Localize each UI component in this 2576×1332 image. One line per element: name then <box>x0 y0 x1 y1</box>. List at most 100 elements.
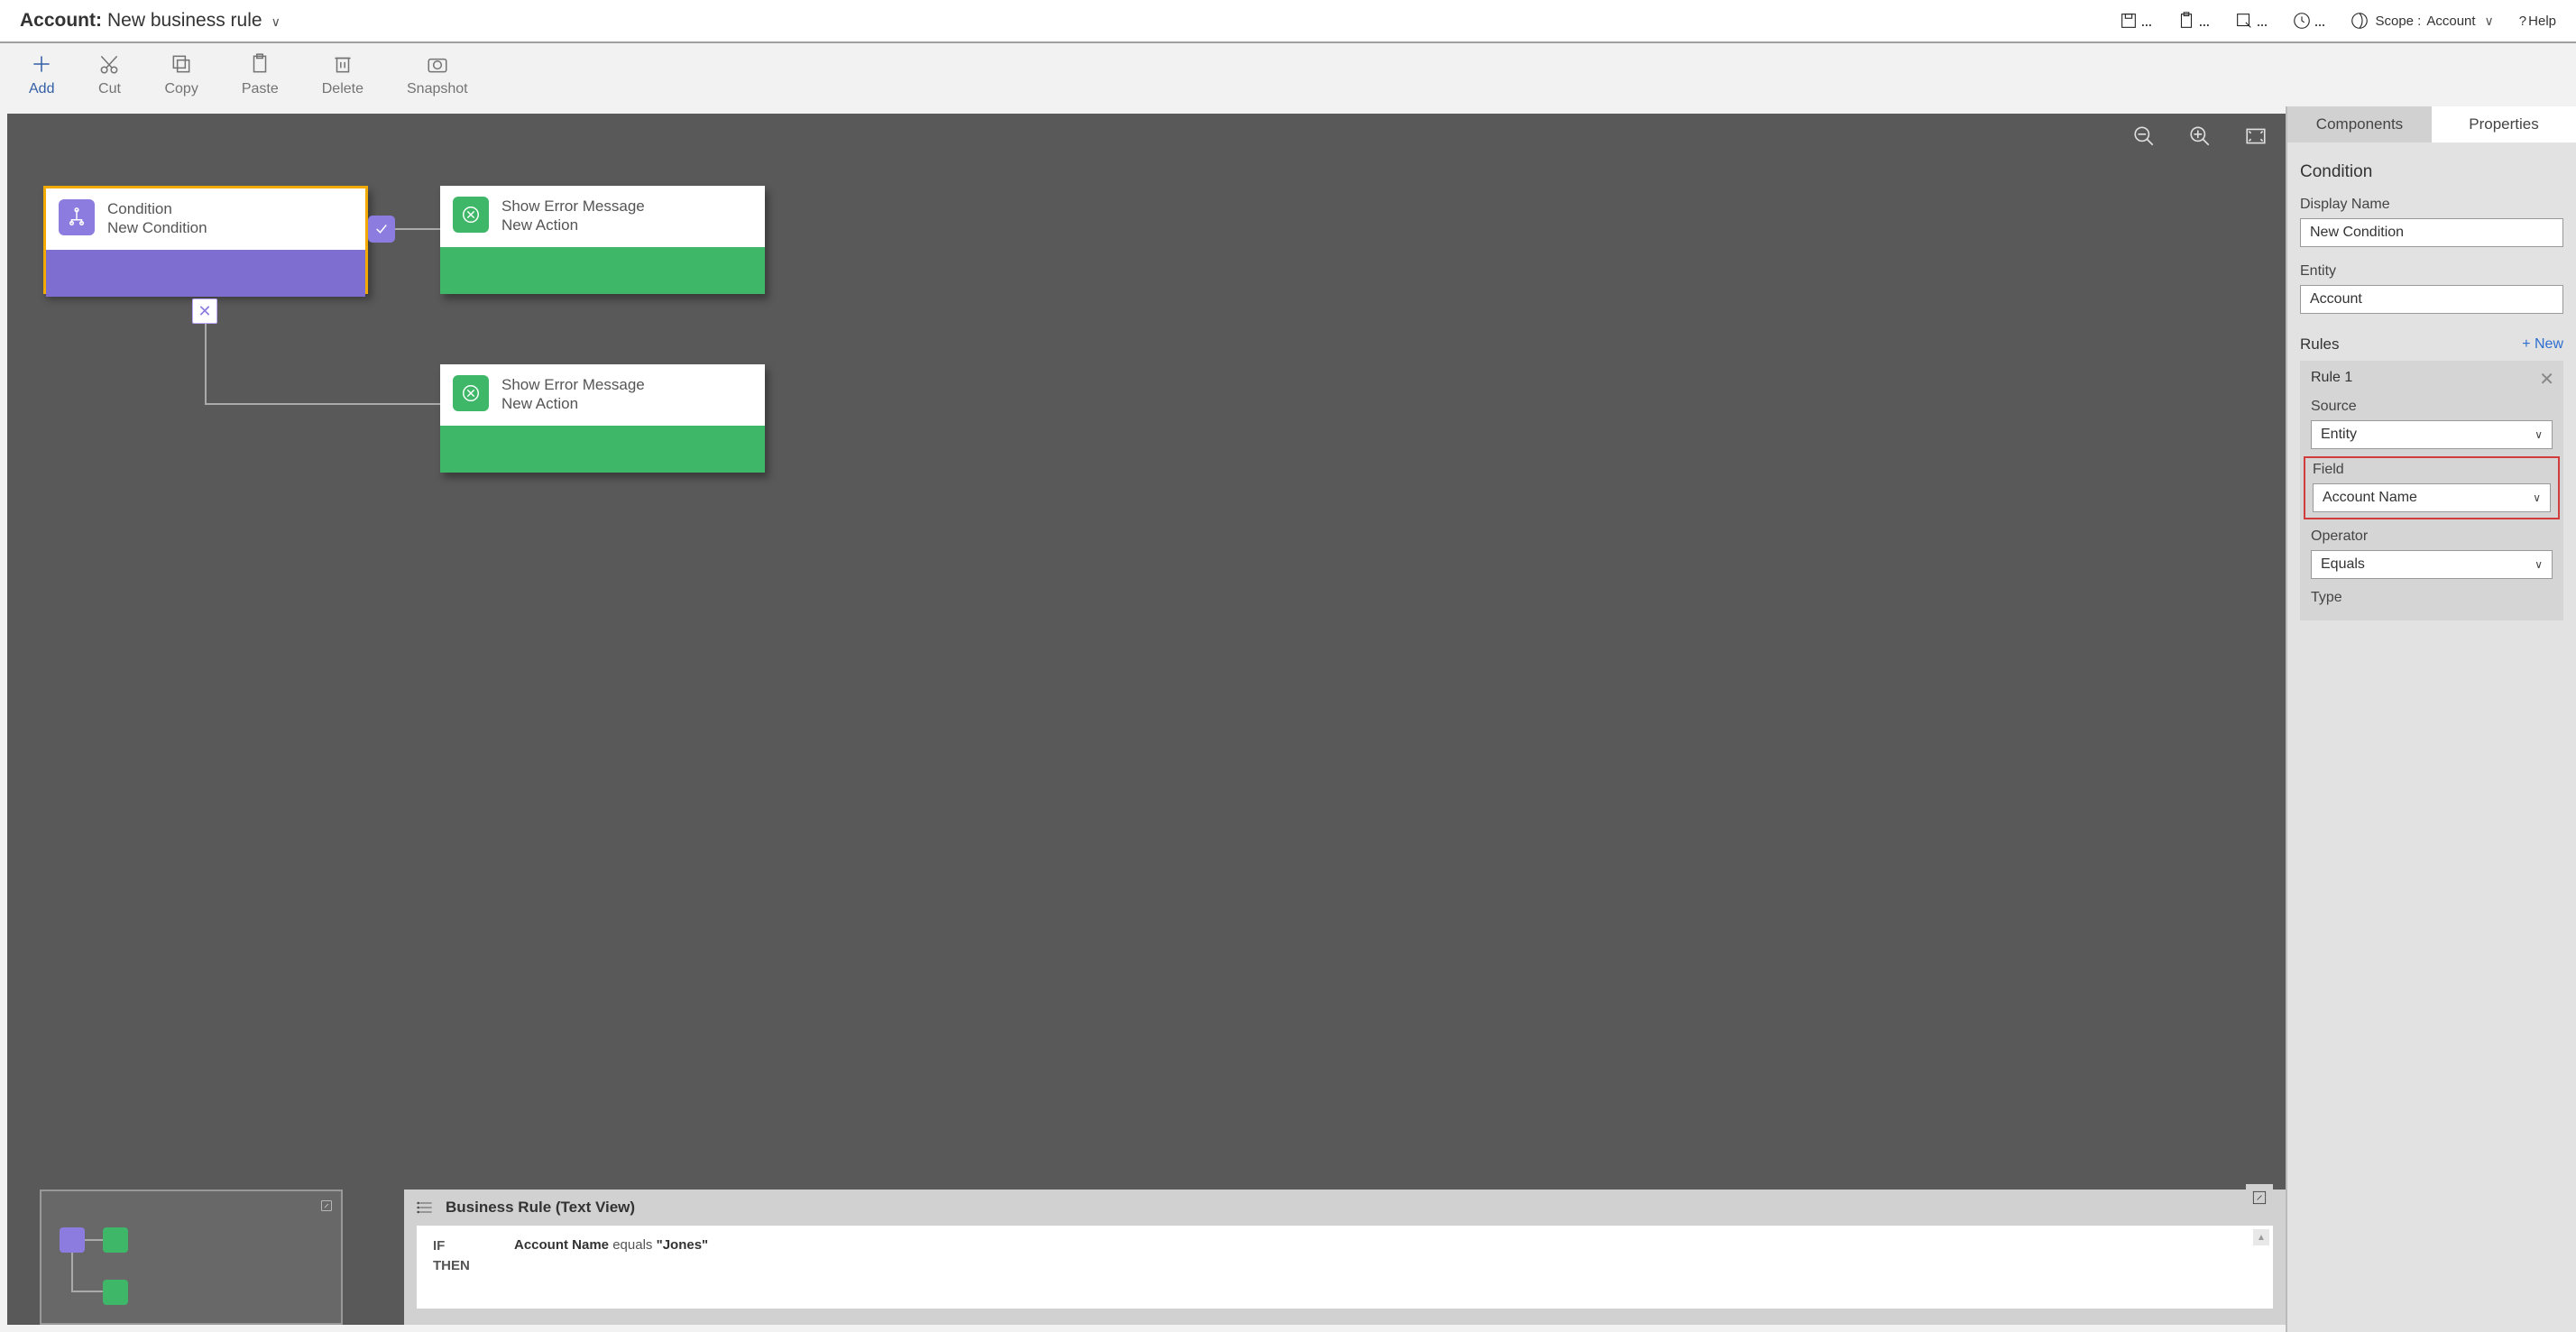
source-label: Source <box>2311 399 2553 415</box>
scope-selector[interactable]: Scope : Account <box>2350 11 2493 31</box>
header-bar: Account: New business rule ... ... ... .… <box>0 0 2576 43</box>
action-title: Show Error Message <box>501 375 645 394</box>
scroll-up[interactable]: ▲ <box>2253 1229 2269 1245</box>
rule-title: Rule 1 <box>2311 370 2553 386</box>
paste-icon <box>248 52 271 76</box>
minimap-connector <box>71 1253 73 1292</box>
source-value: Entity <box>2321 427 2357 443</box>
text-view-body: ▲ IF Account Name equals "Jones" THEN <box>417 1226 2273 1309</box>
scissors-icon <box>97 52 121 76</box>
camera-icon <box>426 52 449 76</box>
scope-label: Scope : <box>2375 14 2421 29</box>
operator-label: Operator <box>2311 528 2553 545</box>
properties-panel: Components Properties Condition Display … <box>2286 106 2576 1332</box>
section-title: Condition <box>2300 162 2563 182</box>
minimap-connector <box>85 1239 103 1241</box>
condition-foot <box>46 250 365 297</box>
connector-line <box>395 228 440 230</box>
copy-button[interactable]: Copy <box>164 52 198 97</box>
snapshot-label: Snapshot <box>407 81 468 97</box>
source-select[interactable]: Entity ∨ <box>2311 420 2553 449</box>
text-view-popout[interactable] <box>2246 1184 2273 1211</box>
delete-label: Delete <box>322 81 363 97</box>
display-name-input[interactable] <box>2300 218 2563 247</box>
x-icon: ✕ <box>198 302 211 321</box>
save-icon <box>2119 11 2139 31</box>
condition-subtitle: New Condition <box>107 218 207 237</box>
copy-label: Copy <box>164 81 198 97</box>
action-node-1[interactable]: Show Error Message New Action <box>440 186 765 294</box>
header-right: ... ... ... ... Scope : Account ? Help <box>2119 11 2556 31</box>
action-title: Show Error Message <box>501 197 645 216</box>
rule-close-button[interactable]: ✕ <box>2539 368 2554 390</box>
text-view-title: Business Rule (Text View) <box>446 1199 635 1217</box>
action-foot <box>440 247 765 294</box>
tab-components[interactable]: Components <box>2287 106 2432 142</box>
paste-label: Paste <box>242 81 279 97</box>
entity-label: Entity <box>2300 263 2563 280</box>
zoom-in-button[interactable] <box>2188 124 2212 152</box>
add-rule-button[interactable]: + New <box>2522 336 2563 353</box>
chevron-down-icon: ∨ <box>2533 491 2541 504</box>
properties-body: Condition Display Name Entity Rules + Ne… <box>2287 142 2576 640</box>
add-button[interactable]: Add <box>29 52 54 97</box>
canvas[interactable]: Condition New Condition ✕ Show Error <box>0 106 2286 1332</box>
field-highlight: Field Account Name ∨ <box>2304 456 2560 519</box>
property-tabs: Components Properties <box>2287 106 2576 142</box>
tab-properties[interactable]: Properties <box>2432 106 2576 142</box>
chevron-down-icon: ∨ <box>2535 558 2543 571</box>
delete-button[interactable]: Delete <box>322 52 363 97</box>
paste-button[interactable]: Paste <box>242 52 279 97</box>
zoom-in-icon <box>2188 124 2212 148</box>
trash-icon <box>331 52 354 76</box>
true-connector[interactable] <box>368 216 395 243</box>
cut-button[interactable]: Cut <box>97 52 121 97</box>
entity-input[interactable] <box>2300 285 2563 314</box>
list-icon <box>417 1199 435 1217</box>
false-connector[interactable]: ✕ <box>192 299 217 324</box>
text-view-header[interactable]: Business Rule (Text View) <box>404 1190 2286 1226</box>
operator-value: Equals <box>2321 556 2365 573</box>
zoom-out-button[interactable] <box>2132 124 2156 152</box>
help-button[interactable]: ? Help <box>2519 14 2556 29</box>
check-icon <box>373 221 390 237</box>
field-select[interactable]: Account Name ∨ <box>2313 483 2551 512</box>
zoom-out-icon <box>2132 124 2156 148</box>
condition-icon <box>59 199 95 235</box>
field-label: Field <box>2313 462 2551 478</box>
rules-label: Rules <box>2300 335 2339 354</box>
save-button[interactable]: ... <box>2119 11 2151 31</box>
chevron-down-icon[interactable] <box>268 10 281 32</box>
popout-icon <box>2250 1189 2268 1207</box>
expr-op: equals <box>609 1237 657 1253</box>
error-icon <box>453 197 489 233</box>
snapshot-button[interactable]: Snapshot <box>407 52 468 97</box>
connector-line <box>205 403 440 405</box>
popout-icon[interactable] <box>319 1199 334 1213</box>
cut-label: Cut <box>98 81 121 97</box>
history-button[interactable]: ... <box>2292 11 2324 31</box>
action-subtitle: New Action <box>501 216 645 234</box>
if-expression: Account Name equals "Jones" <box>514 1237 2257 1253</box>
field-value: Account Name <box>2323 490 2417 506</box>
validate-button[interactable]: ... <box>2176 11 2209 31</box>
fit-button[interactable] <box>2244 124 2268 152</box>
expr-val: "Jones" <box>657 1237 709 1253</box>
chevron-down-icon[interactable] <box>2481 14 2494 29</box>
expr-field: Account Name <box>514 1237 609 1253</box>
condition-node[interactable]: Condition New Condition <box>43 186 368 294</box>
display-name-label: Display Name <box>2300 197 2563 213</box>
breadcrumb[interactable]: Account: New business rule <box>20 10 281 32</box>
text-view-panel: Business Rule (Text View) ▲ IF Account N… <box>404 1190 2286 1325</box>
minimap-connector <box>71 1291 103 1292</box>
minimap[interactable] <box>40 1190 343 1325</box>
action-node-2[interactable]: Show Error Message New Action <box>440 364 765 473</box>
then-keyword: THEN <box>433 1258 2257 1273</box>
action-subtitle: New Action <box>501 394 645 413</box>
operator-select[interactable]: Equals ∨ <box>2311 550 2553 579</box>
condition-title: Condition <box>107 199 207 218</box>
entity-label: Account: <box>20 10 102 32</box>
saveas-button[interactable]: ... <box>2234 11 2267 31</box>
saveas-icon <box>2234 11 2254 31</box>
fit-icon <box>2244 124 2268 148</box>
